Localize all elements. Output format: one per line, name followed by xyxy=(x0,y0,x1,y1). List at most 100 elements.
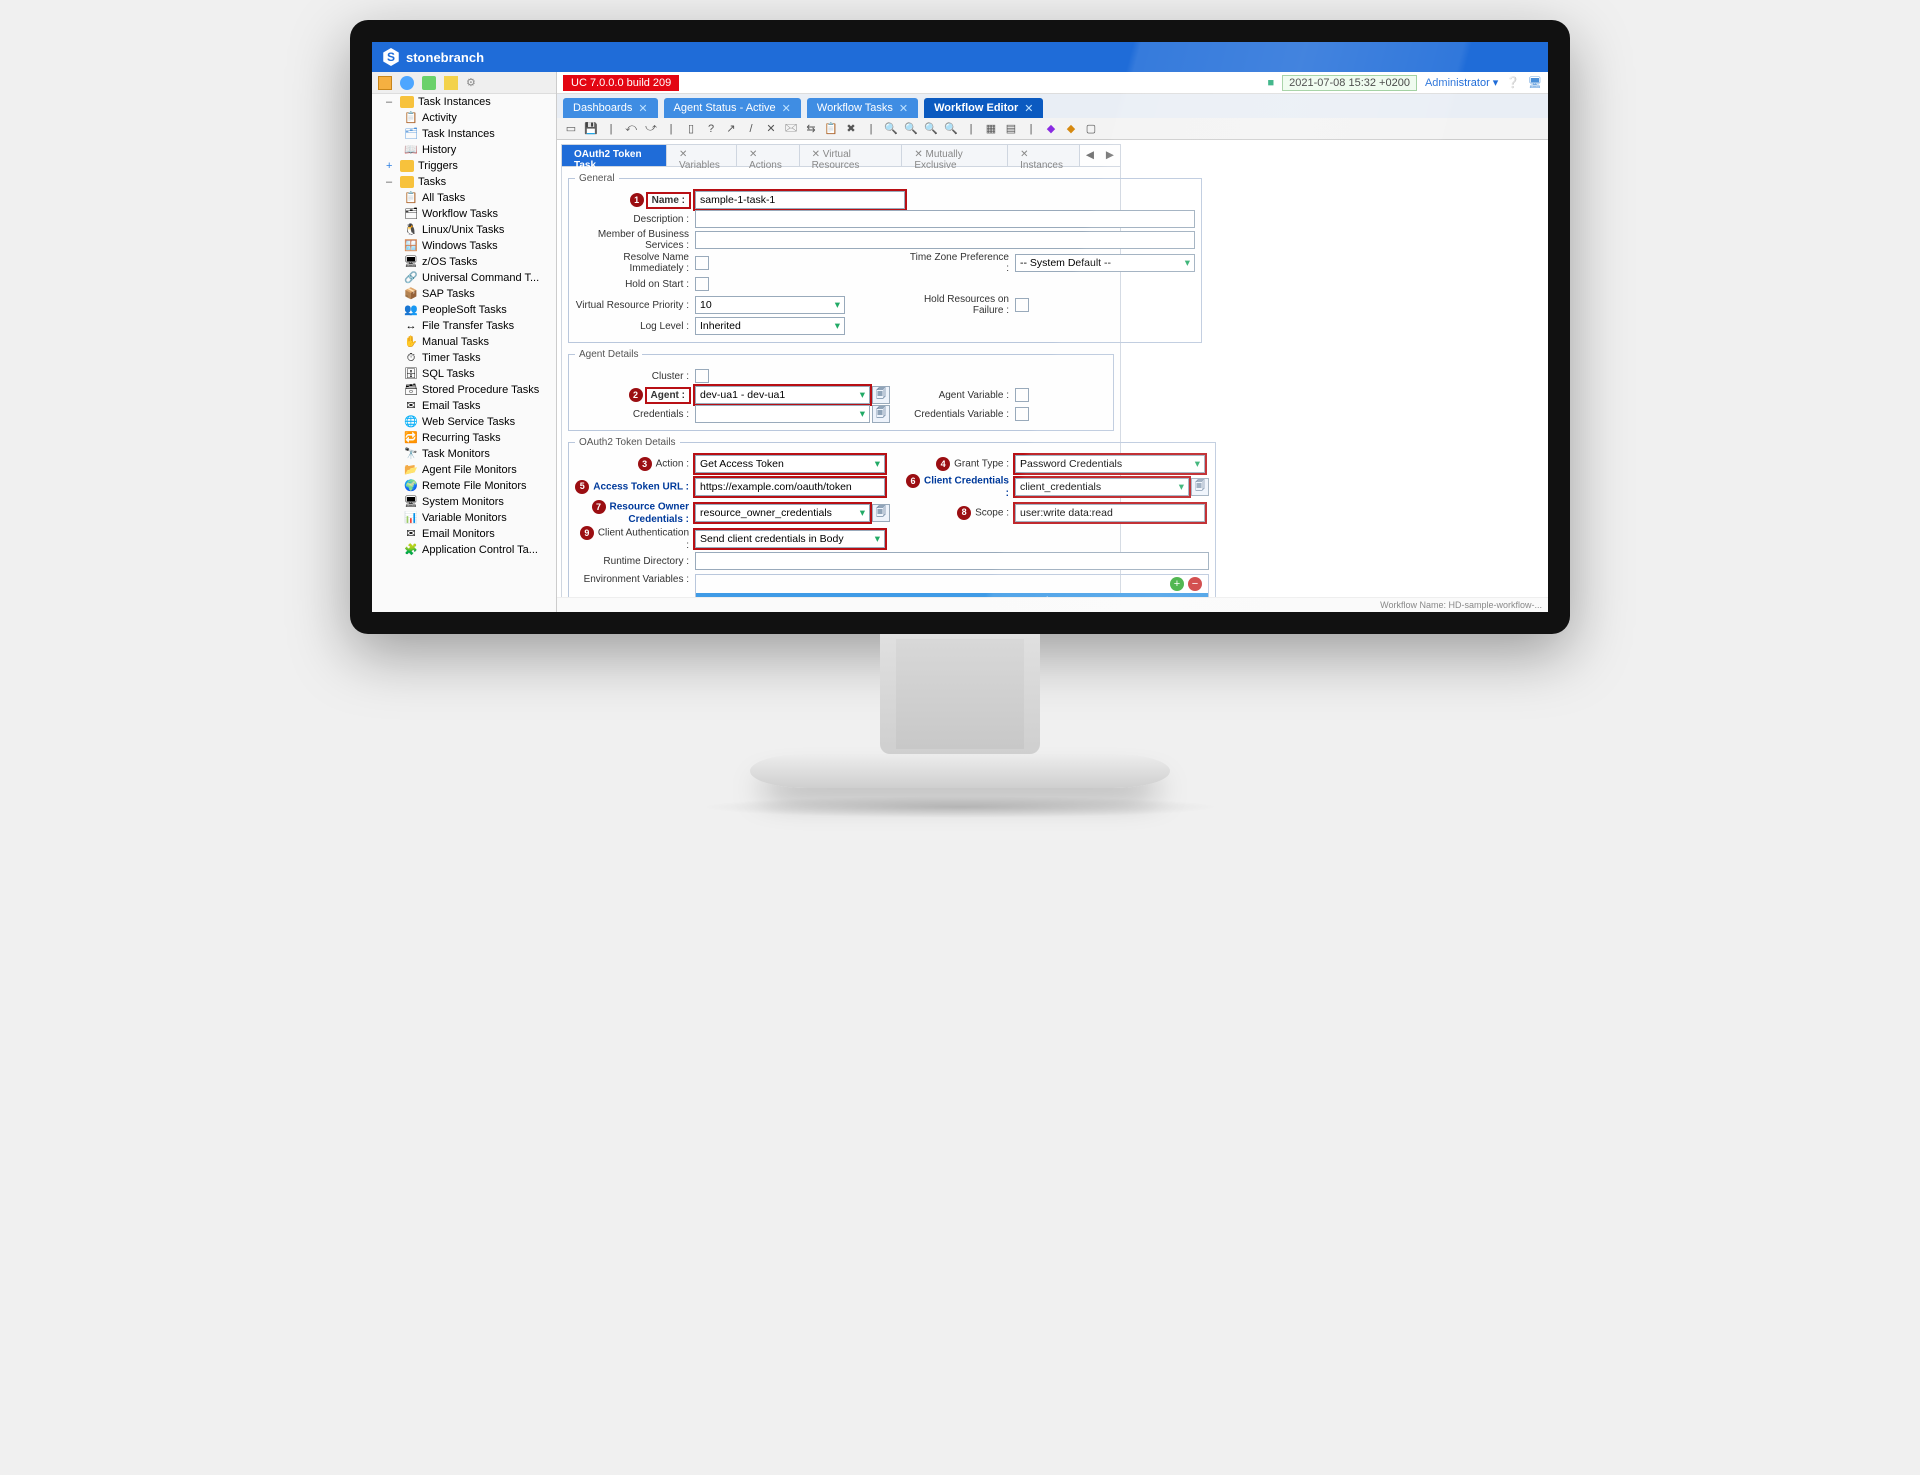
roc-lookup-icon[interactable]: 🗐 xyxy=(872,504,890,522)
hold-start-checkbox[interactable] xyxy=(695,277,709,291)
sidebar-item-task[interactable]: 👥PeopleSoft Tasks xyxy=(372,302,556,318)
member-input[interactable] xyxy=(695,231,1195,249)
tb-icon[interactable]: ▦ xyxy=(983,122,999,135)
credentials-select[interactable] xyxy=(695,405,870,423)
tree-task-instances-sub[interactable]: 🗂Task Instances xyxy=(372,126,556,142)
sidebar-item-task[interactable]: ⏱Timer Tasks xyxy=(372,350,556,366)
cred-var-checkbox[interactable] xyxy=(1015,407,1029,421)
sidebar-item-task[interactable]: 📊Variable Monitors xyxy=(372,510,556,526)
sidebar-item-task[interactable]: 🔁Recurring Tasks xyxy=(372,430,556,446)
sidebar-item-task[interactable]: 🖥System Monitors xyxy=(372,494,556,510)
tzpref-select[interactable]: -- System Default -- xyxy=(1015,254,1195,272)
sidebar-item-task[interactable]: 📂Agent File Monitors xyxy=(372,462,556,478)
side-icon-4[interactable] xyxy=(444,76,458,90)
tab-workflow-tasks[interactable]: Workflow Tasks✕ xyxy=(807,98,918,118)
sidebar-item-task[interactable]: 🪟Windows Tasks xyxy=(372,238,556,254)
cred-lookup-icon[interactable]: 🗐 xyxy=(872,405,890,423)
close-icon[interactable]: ✕ xyxy=(638,102,647,115)
sidebar-item-task[interactable]: 🌍Remote File Monitors xyxy=(372,478,556,494)
help-icon[interactable]: ❔ xyxy=(1506,76,1520,89)
tb-icon[interactable]: 📋 xyxy=(823,122,839,135)
tb-icon[interactable]: ↗ xyxy=(723,122,739,135)
sidebar-item-task[interactable]: 🗃Stored Procedure Tasks xyxy=(372,382,556,398)
tb-icon[interactable]: ⤻ xyxy=(643,122,659,135)
tb-icon[interactable]: ? xyxy=(703,123,719,135)
tb-icon[interactable]: ▯ xyxy=(683,122,699,135)
sidebar-item-task[interactable]: 🌐Web Service Tasks xyxy=(372,414,556,430)
add-icon[interactable]: + xyxy=(1170,577,1184,591)
tb-icon[interactable]: ▭ xyxy=(563,122,579,135)
sidebar-item-task[interactable]: 🗄SQL Tasks xyxy=(372,366,556,382)
alert-icon[interactable]: 🖥 xyxy=(1528,76,1542,89)
ptab-oauth2-task[interactable]: OAuth2 Token Task xyxy=(562,145,667,166)
tree-activity[interactable]: 📋Activity xyxy=(372,110,556,126)
ptab-mutually-exclusive[interactable]: ✕ Mutually Exclusive xyxy=(902,145,1008,166)
remove-icon[interactable]: − xyxy=(1188,577,1202,591)
ptab-actions[interactable]: ✕ Actions xyxy=(737,145,800,166)
tb-icon[interactable]: / xyxy=(743,123,759,135)
tb-icon[interactable]: 🔍 xyxy=(943,122,959,135)
runtime-input[interactable] xyxy=(695,552,1209,570)
grant-select[interactable]: Password Credentials xyxy=(1015,455,1205,473)
sidebar-item-task[interactable]: 🖥z/OS Tasks xyxy=(372,254,556,270)
sidebar-item-task[interactable]: 🔭Task Monitors xyxy=(372,446,556,462)
tb-icon[interactable]: ▤ xyxy=(1003,122,1019,135)
tb-icon[interactable]: ✕ xyxy=(763,122,779,135)
side-icon-3[interactable] xyxy=(422,76,436,90)
tb-icon[interactable]: ⇆ xyxy=(803,122,819,135)
hold-fail-checkbox[interactable] xyxy=(1015,298,1029,312)
sidebar-item-task[interactable]: 🐧Linux/Unix Tasks xyxy=(372,222,556,238)
sidebar-item-task[interactable]: 🧩Application Control Ta... xyxy=(372,542,556,558)
sidebar-item-task[interactable]: 📋All Tasks xyxy=(372,190,556,206)
ptab-variables[interactable]: ✕ Variables xyxy=(667,145,737,166)
tab-dashboards[interactable]: Dashboards✕ xyxy=(563,98,658,118)
client-cred-lookup-icon[interactable]: 🗐 xyxy=(1191,478,1209,496)
tab-workflow-editor[interactable]: Workflow Editor✕ xyxy=(924,98,1043,118)
name-input[interactable] xyxy=(695,191,905,209)
client-auth-select[interactable]: Send client credentials in Body xyxy=(695,530,885,548)
resolve-checkbox[interactable] xyxy=(695,256,709,270)
sidebar-item-task[interactable]: ✋Manual Tasks xyxy=(372,334,556,350)
agent-select[interactable]: dev-ua1 - dev-ua1 xyxy=(695,386,870,404)
client-cred-select[interactable]: client_credentials xyxy=(1015,478,1189,496)
action-select[interactable]: Get Access Token xyxy=(695,455,885,473)
agent-lookup-icon[interactable]: 🗐 xyxy=(872,386,890,404)
atok-url-input[interactable] xyxy=(695,478,885,496)
tree-task-instances[interactable]: –Task Instances xyxy=(372,94,556,110)
loglevel-select[interactable]: Inherited xyxy=(695,317,845,335)
ptab-instances[interactable]: ✕ Instances xyxy=(1008,145,1080,166)
tb-icon[interactable]: ✖ xyxy=(843,122,859,135)
description-input[interactable] xyxy=(695,210,1195,228)
ptab-virtual-resources[interactable]: ✕ Virtual Resources xyxy=(800,145,903,166)
tree-tasks[interactable]: –Tasks xyxy=(372,174,556,190)
tb-icon[interactable]: ▢ xyxy=(1083,122,1099,135)
close-icon[interactable]: ✕ xyxy=(782,102,791,115)
side-icon-1[interactable] xyxy=(378,76,392,90)
sidebar-item-task[interactable]: ✉Email Tasks xyxy=(372,398,556,414)
tb-icon[interactable]: ⤺ xyxy=(623,122,639,135)
ptab-prev-icon[interactable]: ◀ xyxy=(1080,145,1100,166)
scope-input[interactable] xyxy=(1015,504,1205,522)
sidebar-item-task[interactable]: 🗂Workflow Tasks xyxy=(372,206,556,222)
tb-icon[interactable]: 🖂 xyxy=(783,119,799,138)
gear-icon[interactable]: ⚙ xyxy=(466,76,480,90)
sidebar-item-task[interactable]: ↔File Transfer Tasks xyxy=(372,318,556,334)
sidebar-item-task[interactable]: 📦SAP Tasks xyxy=(372,286,556,302)
vrp-select[interactable]: 10 xyxy=(695,296,845,314)
close-icon[interactable]: ✕ xyxy=(899,102,908,115)
roc-select[interactable]: resource_owner_credentials xyxy=(695,504,870,522)
tb-icon[interactable]: ◆ xyxy=(1043,122,1059,135)
side-icon-2[interactable] xyxy=(400,76,414,90)
cluster-checkbox[interactable] xyxy=(695,369,709,383)
ptab-next-icon[interactable]: ▶ xyxy=(1100,145,1120,166)
tb-icon[interactable]: 🔍 xyxy=(923,122,939,135)
tb-icon[interactable]: 🔍 xyxy=(883,122,899,135)
tree-triggers[interactable]: +Triggers xyxy=(372,158,556,174)
tree-history[interactable]: 📖History xyxy=(372,142,556,158)
tb-icon[interactable]: 💾 xyxy=(583,122,599,135)
sidebar-item-task[interactable]: ✉Email Monitors xyxy=(372,526,556,542)
tb-icon[interactable]: 🔍 xyxy=(903,122,919,135)
user-menu[interactable]: Administrator ▾ xyxy=(1425,76,1498,89)
tab-agent-status[interactable]: Agent Status - Active✕ xyxy=(664,98,801,118)
tb-icon[interactable]: ◆ xyxy=(1063,122,1079,135)
